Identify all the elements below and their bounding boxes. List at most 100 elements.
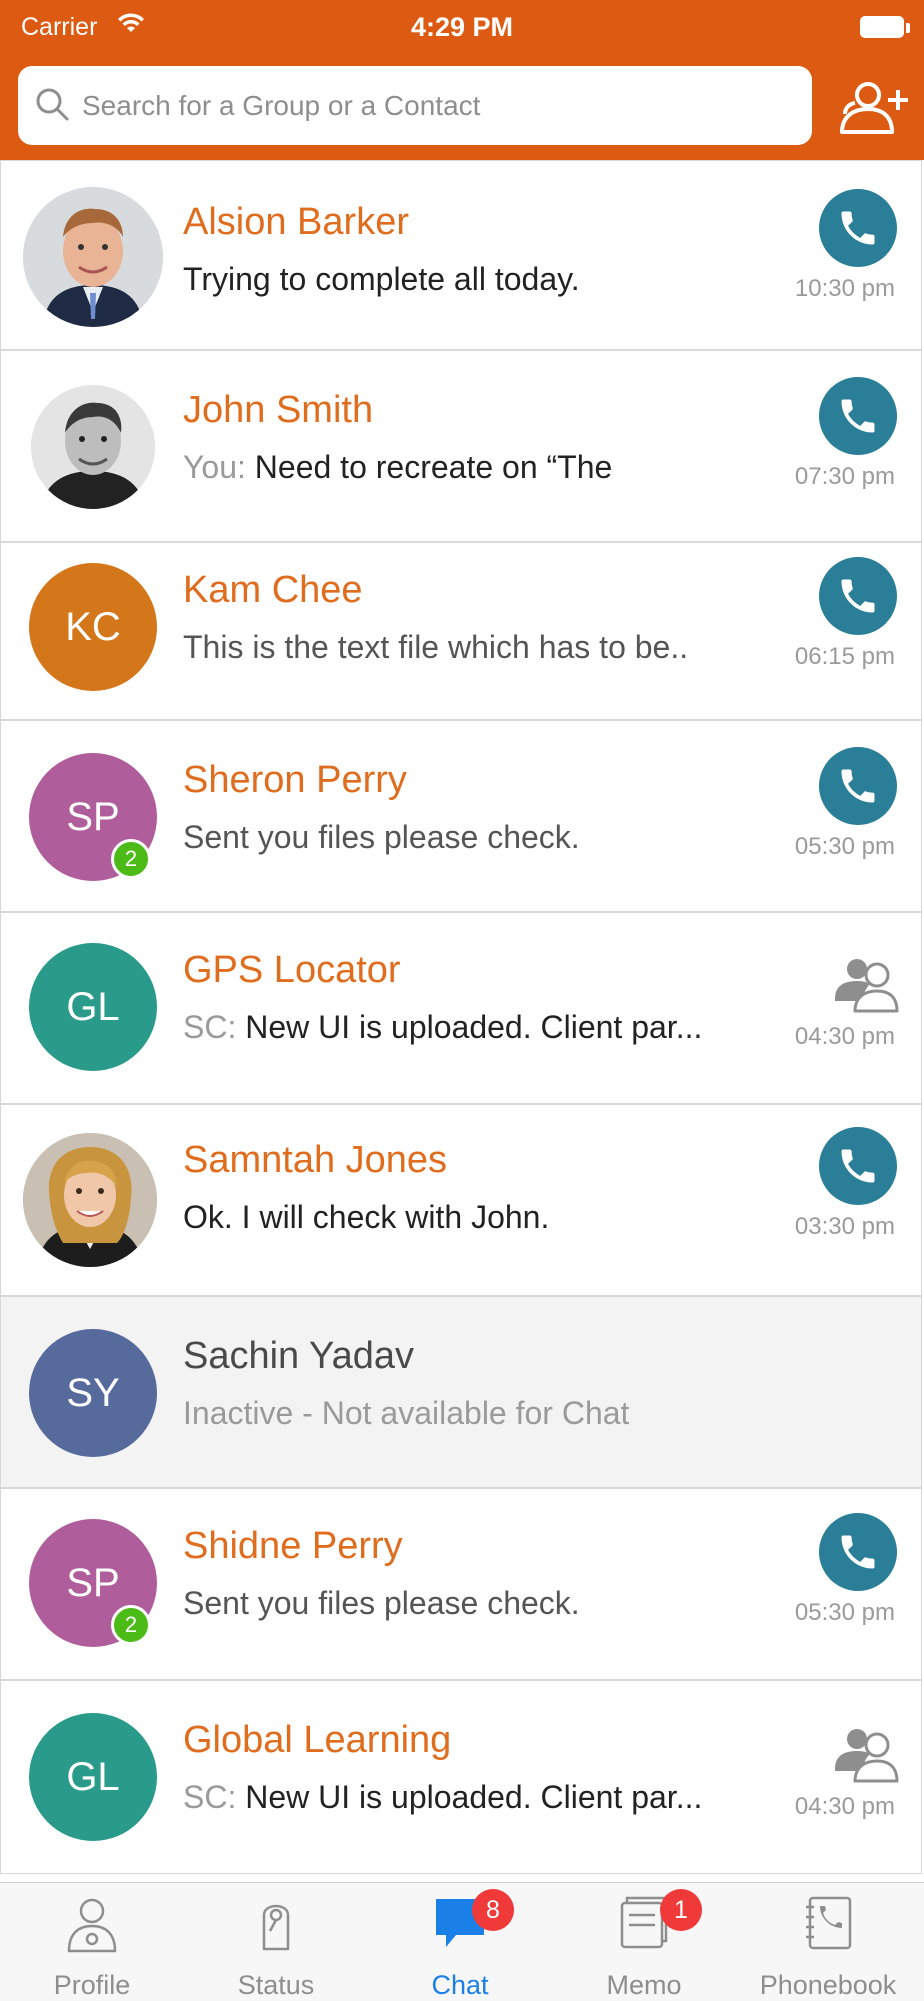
avatar: [23, 1133, 157, 1267]
tab-label: Chat: [431, 1970, 489, 2000]
message-prefix: SC:: [183, 1009, 237, 1045]
last-message: You: Need to recreate on “The: [183, 449, 612, 486]
avatar: [23, 187, 163, 327]
tab-chat[interactable]: 8 Chat: [368, 1883, 552, 2001]
call-button[interactable]: [819, 189, 897, 267]
message-text: This is the text file which has to be..: [183, 629, 689, 665]
chat-row[interactable]: SP 2 Shidne Perry Sent you files please …: [0, 1488, 922, 1680]
unread-badge: 2: [111, 1605, 151, 1645]
last-message: SC: New UI is uploaded. Client par...: [183, 1779, 702, 1816]
phone-icon: [841, 579, 875, 613]
avatar-initials: SP: [66, 794, 120, 839]
tab-label: Profile: [53, 1970, 131, 2000]
tab-label: Status: [237, 1970, 315, 2000]
last-message: Inactive - Not available for Chat: [183, 1395, 629, 1432]
message-text: New UI is uploaded. Client par...: [245, 1009, 703, 1045]
call-button[interactable]: [819, 377, 897, 455]
tab-label: Phonebook: [759, 1970, 897, 2000]
message-text: Need to recreate on “The: [254, 449, 613, 485]
message-time: 05:30 pm: [794, 833, 895, 860]
avatar-initials: GL: [66, 984, 120, 1029]
message-prefix: You:: [183, 449, 246, 485]
chat-row[interactable]: Alsion Barker Trying to complete all tod…: [0, 160, 922, 350]
message-time: 10:30 pm: [794, 275, 895, 302]
avatar-initials: GL: [66, 1754, 120, 1799]
contact-name: Sachin Yadav: [183, 1335, 414, 1377]
contact-name: Samntah Jones: [183, 1139, 448, 1181]
message-time: 05:30 pm: [794, 1599, 895, 1626]
chat-row[interactable]: GL Global Learning SC: New UI is uploade…: [0, 1680, 922, 1874]
chat-row-inactive: SY Sachin Yadav Inactive - Not available…: [0, 1296, 922, 1488]
phone-icon: [841, 399, 875, 433]
message-time: 04:30 pm: [794, 1023, 895, 1050]
contact-name: Global Learning: [183, 1719, 452, 1761]
message-time: 06:15 pm: [794, 643, 895, 670]
avatar-initials: KC: [65, 604, 121, 649]
status-icon: [262, 1904, 290, 1951]
last-message: Sent you files please check.: [183, 819, 580, 856]
call-button[interactable]: [819, 1513, 897, 1591]
add-contact-icon[interactable]: [836, 78, 910, 136]
status-bar: Carrier 4:29 PM: [0, 0, 924, 56]
phone-icon: [841, 769, 875, 803]
search-icon: [36, 88, 69, 121]
chat-row[interactable]: SP 2 Sheron Perry Sent you files please …: [0, 720, 922, 912]
message-text: Sent you files please check.: [183, 819, 580, 855]
tab-label: Memo: [606, 1970, 682, 2000]
call-button[interactable]: [819, 557, 897, 635]
last-message: Trying to complete all today.: [183, 261, 580, 298]
group-icon[interactable]: [833, 953, 899, 1013]
profile-icon: [67, 1898, 117, 1953]
tab-bar: Profile Status 8 Chat 1 Memo Phonebook: [0, 1882, 924, 2001]
message-text: Inactive - Not available for Chat: [183, 1395, 630, 1431]
chat-row[interactable]: John Smith You: Need to recreate on “The…: [0, 350, 922, 542]
phone-icon: [841, 211, 875, 245]
phone-icon: [841, 1149, 875, 1183]
tab-phonebook[interactable]: Phonebook: [736, 1883, 920, 2001]
contact-name: Kam Chee: [183, 569, 363, 611]
contact-name: John Smith: [183, 389, 374, 431]
contact-name: Sheron Perry: [183, 759, 407, 801]
chat-row[interactable]: GL GPS Locator SC: New UI is uploaded. C…: [0, 912, 922, 1104]
chat-row[interactable]: KC Kam Chee This is the text file which …: [0, 542, 922, 720]
call-button[interactable]: [819, 747, 897, 825]
message-text: Trying to complete all today.: [183, 261, 580, 297]
memo-badge: 1: [660, 1889, 702, 1931]
last-message: Sent you files please check.: [183, 1585, 580, 1622]
message-text: New UI is uploaded. Client par...: [245, 1779, 703, 1815]
call-button[interactable]: [819, 1127, 897, 1205]
search-bar[interactable]: [18, 66, 812, 145]
avatar: [31, 385, 155, 509]
last-message: SC: New UI is uploaded. Client par...: [183, 1009, 702, 1046]
tab-profile[interactable]: Profile: [0, 1883, 184, 2001]
phonebook-icon: [806, 1896, 852, 1950]
group-icon[interactable]: [833, 1723, 899, 1783]
message-time: 07:30 pm: [794, 463, 895, 490]
contact-name: GPS Locator: [183, 949, 401, 991]
phone-icon: [841, 1535, 875, 1569]
contact-name: Alsion Barker: [183, 201, 409, 243]
unread-badge: 2: [111, 839, 151, 879]
avatar: GL: [29, 943, 157, 1071]
avatar: KC: [29, 563, 157, 691]
tab-memo[interactable]: 1 Memo: [552, 1883, 736, 2001]
last-message: This is the text file which has to be..: [183, 629, 688, 666]
contact-name: Shidne Perry: [183, 1525, 403, 1567]
message-time: 04:30 pm: [794, 1793, 895, 1820]
search-input[interactable]: [82, 66, 792, 145]
avatar: GL: [29, 1713, 157, 1841]
app-header: Carrier 4:29 PM: [0, 0, 924, 160]
last-message: Ok. I will check with John.: [183, 1199, 549, 1236]
message-time: 03:30 pm: [794, 1213, 895, 1240]
chat-row[interactable]: Samntah Jones Ok. I will check with John…: [0, 1104, 922, 1296]
message-prefix: SC:: [183, 1779, 237, 1815]
tab-status[interactable]: Status: [184, 1883, 368, 2001]
avatar-initials: SP: [66, 1560, 120, 1605]
message-text: Sent you files please check.: [183, 1585, 580, 1621]
clock: 4:29 PM: [410, 12, 514, 42]
chat-badge: 8: [472, 1889, 514, 1931]
battery-icon: [860, 16, 910, 40]
avatar-initials: SY: [66, 1370, 120, 1415]
message-text: Ok. I will check with John.: [183, 1199, 550, 1235]
avatar: SY: [29, 1329, 157, 1457]
